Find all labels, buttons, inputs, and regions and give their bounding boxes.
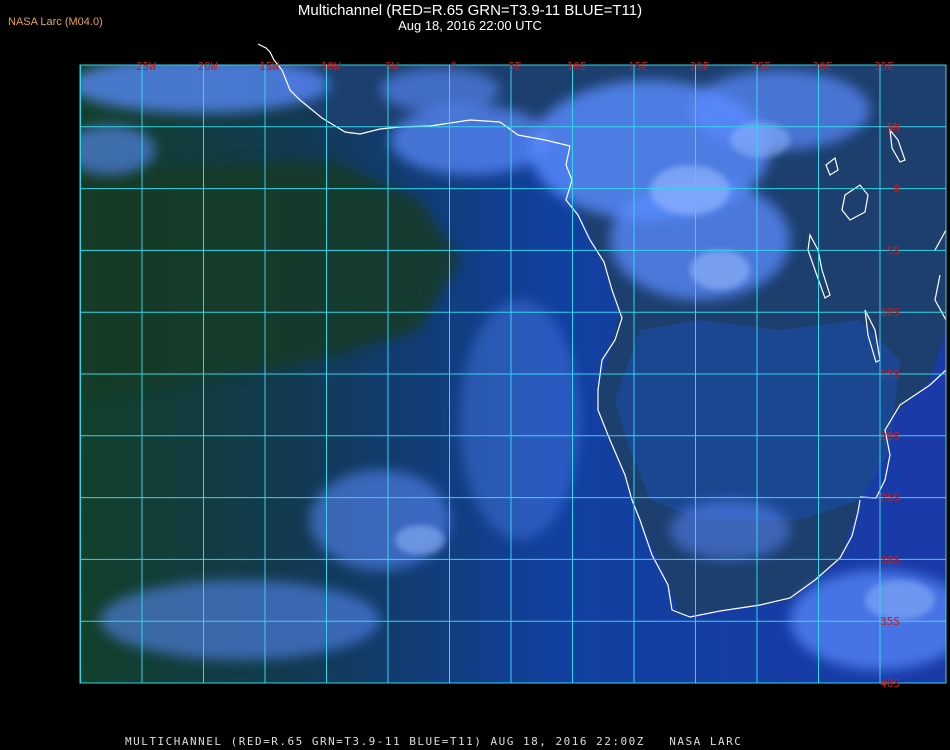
latitude-label: 20S — [880, 430, 900, 443]
satellite-map: 25W 20W 15W 10W 5W 0 5E 10E 15E 20E 25E 30E 35E 5N 0 5… — [79, 43, 947, 690]
latitude-label: 30S — [880, 553, 900, 566]
latitude-label: 10S — [880, 306, 900, 319]
longitude-label: 30E — [813, 60, 833, 73]
latitude-label: 0 — [893, 183, 900, 196]
longitude-label: 15E — [628, 60, 648, 73]
longitude-label: 5E — [508, 60, 521, 73]
latitude-label: 25S — [880, 492, 900, 505]
longitude-label: 20E — [690, 60, 710, 73]
longitude-label: 20W — [198, 60, 218, 73]
longitude-label: 10E — [567, 60, 587, 73]
longitude-label: 0 — [450, 60, 457, 73]
latitude-label: 15S — [880, 368, 900, 381]
footer-caption: MULTICHANNEL (RED=R.65 GRN=T3.9-11 BLUE=… — [125, 735, 743, 748]
imagery-layer — [80, 65, 946, 683]
longitude-label: 25E — [751, 60, 771, 73]
longitude-label: 15W — [259, 60, 279, 73]
longitude-label: 25W — [136, 60, 156, 73]
latitude-label: 35S — [880, 615, 900, 628]
longitude-label: 5W — [385, 60, 399, 73]
longitude-label: 35E — [874, 60, 894, 73]
longitude-label: 10W — [321, 60, 341, 73]
latitude-label: 5S — [887, 244, 900, 257]
latitude-label: 5N — [887, 121, 900, 134]
latitude-label: 40S — [880, 677, 900, 690]
